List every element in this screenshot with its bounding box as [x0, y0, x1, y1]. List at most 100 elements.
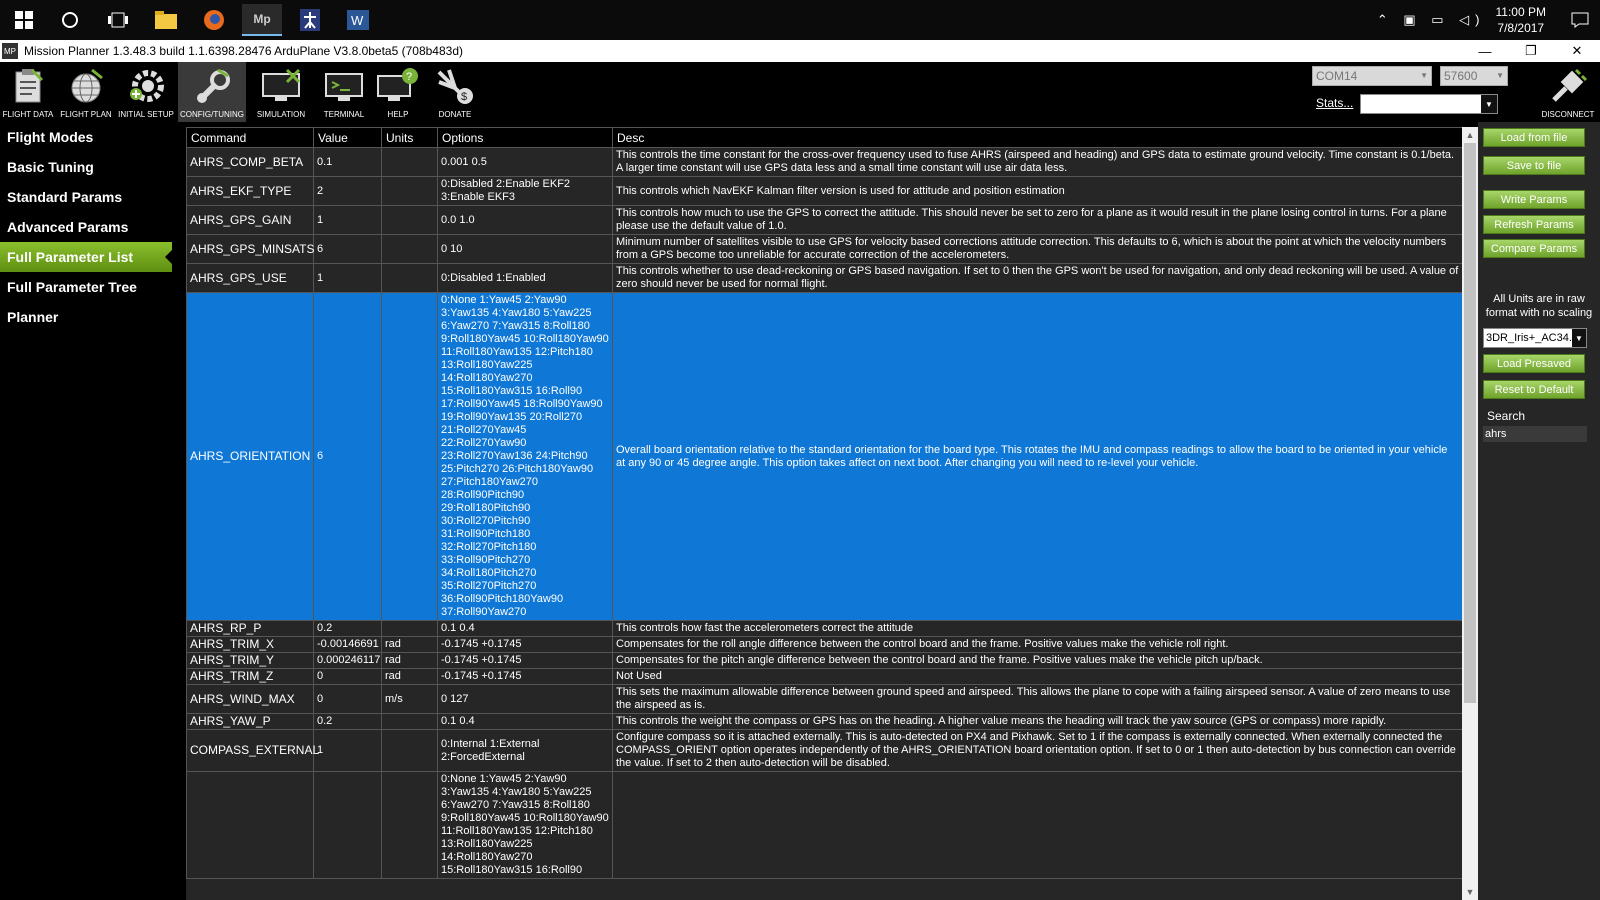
scroll-thumb[interactable] — [1464, 143, 1476, 703]
cell-desc: Minimum number of satellites visible to … — [612, 234, 1462, 264]
cell-options: 0:Internal 1:External 2:ForcedExternal — [437, 729, 613, 772]
cell-value[interactable]: -0.00146691 — [313, 636, 382, 653]
search-circle-icon[interactable] — [50, 4, 90, 36]
column-header-options[interactable]: Options — [437, 127, 613, 148]
initial-setup-button[interactable]: INITIAL SETUP — [116, 62, 176, 122]
flight-data-button[interactable]: FLIGHT DATA — [0, 62, 56, 122]
compare-params-button[interactable]: Compare Params — [1483, 239, 1585, 258]
cell-units — [381, 176, 438, 206]
cell-value[interactable]: 0.000246117 — [313, 652, 382, 669]
table-row[interactable]: AHRS_YAW_P 0.2 0.1 0.4 This controls the we… — [186, 713, 1462, 730]
cell-options: 0:None 1:Yaw45 2:Yaw90 3:Yaw135 4:Yaw180… — [437, 292, 613, 621]
table-row[interactable]: AHRS_COMP_BETA 0.1 0.001 0.5 This controls … — [186, 147, 1462, 177]
param-file-select[interactable]: 3DR_Iris+_AC34. ▼ — [1483, 328, 1587, 348]
cell-options: 0:None 1:Yaw45 2:Yaw90 3:Yaw135 4:Yaw180… — [437, 771, 613, 879]
stats-link[interactable]: Stats... — [1316, 96, 1353, 110]
column-header-desc[interactable]: Desc — [612, 127, 1462, 148]
sidebar-item-planner[interactable]: Planner — [0, 302, 172, 332]
cell-command: AHRS_ORIENTATION — [186, 292, 314, 621]
table-row[interactable]: AHRS_GPS_GAIN 1 0.0 1.0 This controls how m… — [186, 205, 1462, 235]
load-presaved-button[interactable]: Load Presaved — [1483, 354, 1585, 373]
table-row[interactable]: AHRS_ORIENTATION 6 0:None 1:Yaw45 2:Yaw90 … — [186, 292, 1462, 621]
task-view-icon[interactable] — [98, 4, 138, 36]
table-row[interactable]: AHRS_TRIM_Y 0.000246117 rad -0.1745 +0.1745… — [186, 652, 1462, 669]
cell-units — [381, 729, 438, 772]
cell-value[interactable]: 6 — [313, 292, 382, 621]
column-header-value[interactable]: Value — [313, 127, 382, 148]
table-row[interactable]: AHRS_TRIM_Z 0 rad -0.1745 +0.1745 Not Used — [186, 668, 1462, 685]
cell-value[interactable]: 1 — [313, 263, 382, 293]
scroll-down-icon[interactable]: ▼ — [1462, 884, 1478, 900]
terminal-button[interactable]: TERMINAL — [316, 62, 372, 122]
refresh-params-button[interactable]: Refresh Params — [1483, 215, 1585, 234]
table-row[interactable]: 0:None 1:Yaw45 2:Yaw90 3:Yaw135 4:Yaw180… — [186, 771, 1462, 879]
sidebar-item-advanced-params[interactable]: Advanced Params — [0, 212, 172, 242]
cell-value[interactable]: 1 — [313, 729, 382, 772]
sidebar-item-full-parameter-list[interactable]: Full Parameter List — [0, 242, 172, 272]
table-row[interactable]: AHRS_RP_P 0.2 0.1 0.4 This controls how fas… — [186, 620, 1462, 637]
clock[interactable]: 11:00 PM 7/8/2017 — [1496, 4, 1546, 36]
maximize-button[interactable]: ❐ — [1508, 40, 1554, 62]
column-header-units[interactable]: Units — [381, 127, 438, 148]
disconnect-button[interactable]: DISCONNECT — [1536, 62, 1600, 122]
firefox-icon[interactable] — [194, 4, 234, 36]
cell-command: AHRS_RP_P — [186, 620, 314, 637]
save-to-file-button[interactable]: Save to file — [1483, 156, 1585, 175]
table-row[interactable]: AHRS_TRIM_X -0.00146691 rad -0.1745 +0.1745… — [186, 636, 1462, 653]
sidebar-item-basic-tuning[interactable]: Basic Tuning — [0, 152, 172, 182]
help-icon: ? — [377, 68, 418, 101]
stats-select[interactable]: ▼ — [1360, 94, 1498, 114]
word-icon[interactable]: W — [338, 4, 378, 36]
cell-value[interactable]: 0.1 — [313, 147, 382, 177]
grid-header-row: Command Value Units Options Desc — [186, 127, 1462, 148]
file-explorer-icon[interactable] — [146, 4, 186, 36]
cell-units — [381, 771, 438, 879]
cell-value[interactable]: 0.2 — [313, 713, 382, 730]
figure-app-icon[interactable] — [290, 4, 330, 36]
config-tuning-button[interactable]: CONFIG/TUNING — [178, 62, 246, 122]
mission-planner-icon[interactable]: Mp — [242, 4, 282, 36]
cell-desc: Overall board orientation relative to th… — [612, 292, 1462, 621]
windows-start-icon[interactable] — [4, 4, 44, 36]
table-row[interactable]: COMPASS_EXTERNAL 1 0:Internal 1:External 2… — [186, 729, 1462, 772]
table-row[interactable]: AHRS_EKF_TYPE 2 0:Disabled 2:Enable EKF2 3… — [186, 176, 1462, 206]
cell-value[interactable]: 0.2 — [313, 620, 382, 637]
write-params-button[interactable]: Write Params — [1483, 190, 1585, 209]
config-sidebar: Flight Modes Basic Tuning Standard Param… — [0, 122, 172, 900]
cell-value[interactable]: 6 — [313, 234, 382, 264]
cell-desc: This controls the weight the compass or … — [612, 713, 1462, 730]
sidebar-item-full-parameter-tree[interactable]: Full Parameter Tree — [0, 272, 172, 302]
cell-options: -0.1745 +0.1745 — [437, 636, 613, 653]
cell-value[interactable] — [313, 771, 382, 879]
load-from-file-button[interactable]: Load from file — [1483, 128, 1585, 147]
baud-select[interactable]: 57600 ▼ — [1440, 66, 1508, 86]
tray-icons[interactable]: ⌃ ▣ ▭ ◁) — [1377, 12, 1486, 28]
plug-icon — [1552, 68, 1588, 102]
simulation-button[interactable]: SIMULATION — [250, 62, 312, 122]
scroll-up-icon[interactable]: ▲ — [1462, 127, 1478, 143]
column-header-command[interactable]: Command — [186, 127, 314, 148]
cell-desc: This sets the maximum allowable differen… — [612, 684, 1462, 714]
cell-value[interactable]: 0 — [313, 684, 382, 714]
table-row[interactable]: AHRS_GPS_USE 1 0:Disabled 1:Enabled This co… — [186, 263, 1462, 293]
cell-value[interactable]: 2 — [313, 176, 382, 206]
grid-scrollbar[interactable]: ▲ ▼ — [1462, 127, 1478, 900]
minimize-button[interactable]: — — [1462, 40, 1508, 62]
table-row[interactable]: AHRS_WIND_MAX 0 m/s 0 127 This sets the maxi… — [186, 684, 1462, 714]
flight-plan-button[interactable]: FLIGHT PLAN — [58, 62, 114, 122]
sidebar-item-standard-params[interactable]: Standard Params — [0, 182, 172, 212]
cell-command: AHRS_GPS_USE — [186, 263, 314, 293]
close-button[interactable]: ✕ — [1554, 40, 1600, 62]
port-select[interactable]: COM14 ▼ — [1312, 66, 1432, 86]
reset-to-default-button[interactable]: Reset to Default — [1483, 380, 1585, 399]
sidebar-item-flight-modes[interactable]: Flight Modes — [0, 122, 172, 152]
search-input[interactable] — [1483, 426, 1587, 442]
cell-value[interactable]: 1 — [313, 205, 382, 235]
help-button[interactable]: ? HELP — [374, 62, 422, 122]
notification-icon[interactable] — [1560, 0, 1600, 40]
cell-units — [381, 713, 438, 730]
table-row[interactable]: AHRS_GPS_MINSATS 6 0 10 Minimum number of s… — [186, 234, 1462, 264]
cell-desc — [612, 771, 1462, 879]
donate-button[interactable]: $ DONATE — [426, 62, 484, 122]
cell-value[interactable]: 0 — [313, 668, 382, 685]
